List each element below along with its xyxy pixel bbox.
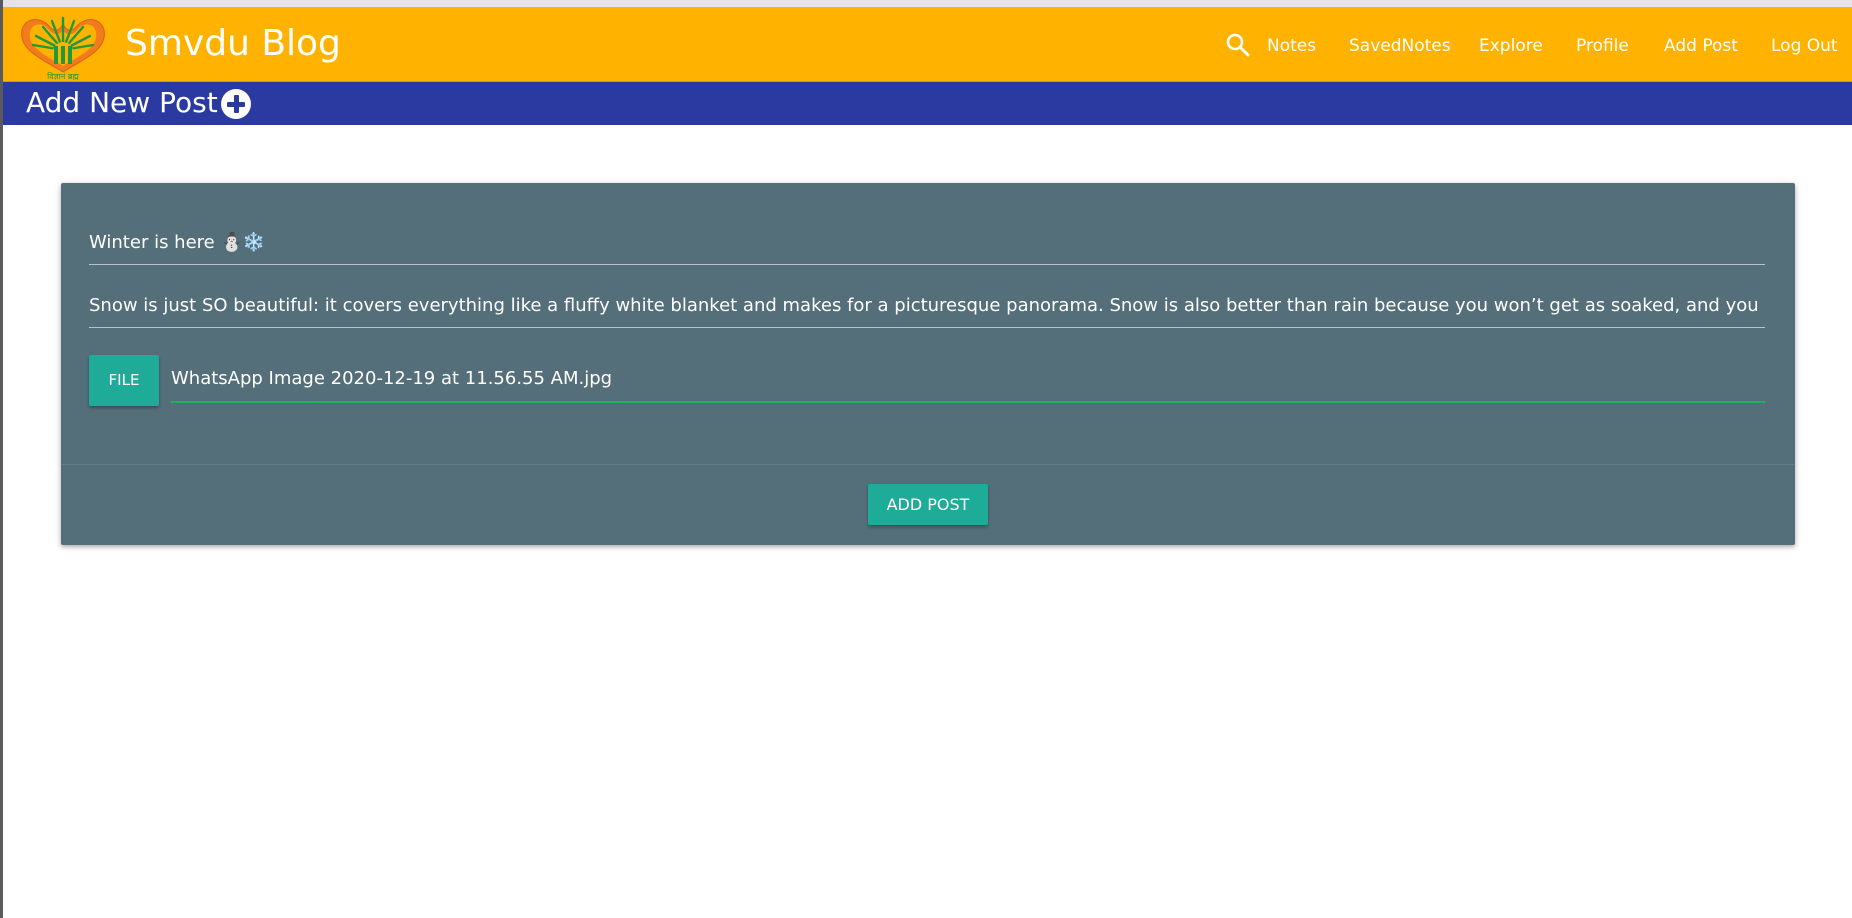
- navbar: विज्ञानं ब्रह्म Smvdu Blog Notes SavedNo…: [3, 7, 1852, 82]
- file-path-input[interactable]: WhatsApp Image 2020-12-19 at 11.56.55 AM…: [171, 355, 1765, 403]
- nav-link-profile[interactable]: Profile: [1576, 32, 1629, 60]
- plus-circle-icon[interactable]: [221, 89, 251, 119]
- smvdu-logo-icon[interactable]: विज्ञानं ब्रह्म: [14, 10, 112, 82]
- add-post-form-card: Winter is here ⛄❄️ Snow is just SO beaut…: [61, 183, 1795, 545]
- page-header: Add New Post: [3, 82, 1852, 125]
- nav-link-explore[interactable]: Explore: [1479, 32, 1543, 60]
- add-post-button[interactable]: ADD POST: [868, 484, 988, 525]
- card-action-divider: [61, 464, 1795, 465]
- brand-title[interactable]: Smvdu Blog: [125, 22, 341, 66]
- page-title: Add New Post: [26, 86, 218, 119]
- nav-link-add-post[interactable]: Add Post: [1664, 32, 1738, 60]
- nav-link-log-out[interactable]: Log Out: [1771, 32, 1838, 60]
- file-upload-button[interactable]: FILE: [89, 355, 159, 406]
- window-left-edge: [0, 0, 3, 918]
- nav-link-notes[interactable]: Notes: [1267, 32, 1316, 60]
- logo-caption: विज्ञानं ब्रह्म: [47, 71, 79, 81]
- post-title-input[interactable]: Winter is here ⛄❄️: [89, 221, 1765, 265]
- post-body-input[interactable]: Snow is just SO beautiful: it covers eve…: [89, 283, 1765, 328]
- page: विज्ञानं ब्रह्म Smvdu Blog Notes SavedNo…: [0, 0, 1852, 918]
- search-icon[interactable]: [1224, 31, 1252, 59]
- nav-link-savednotes[interactable]: SavedNotes: [1349, 32, 1451, 60]
- browser-top-strip: [0, 0, 1852, 7]
